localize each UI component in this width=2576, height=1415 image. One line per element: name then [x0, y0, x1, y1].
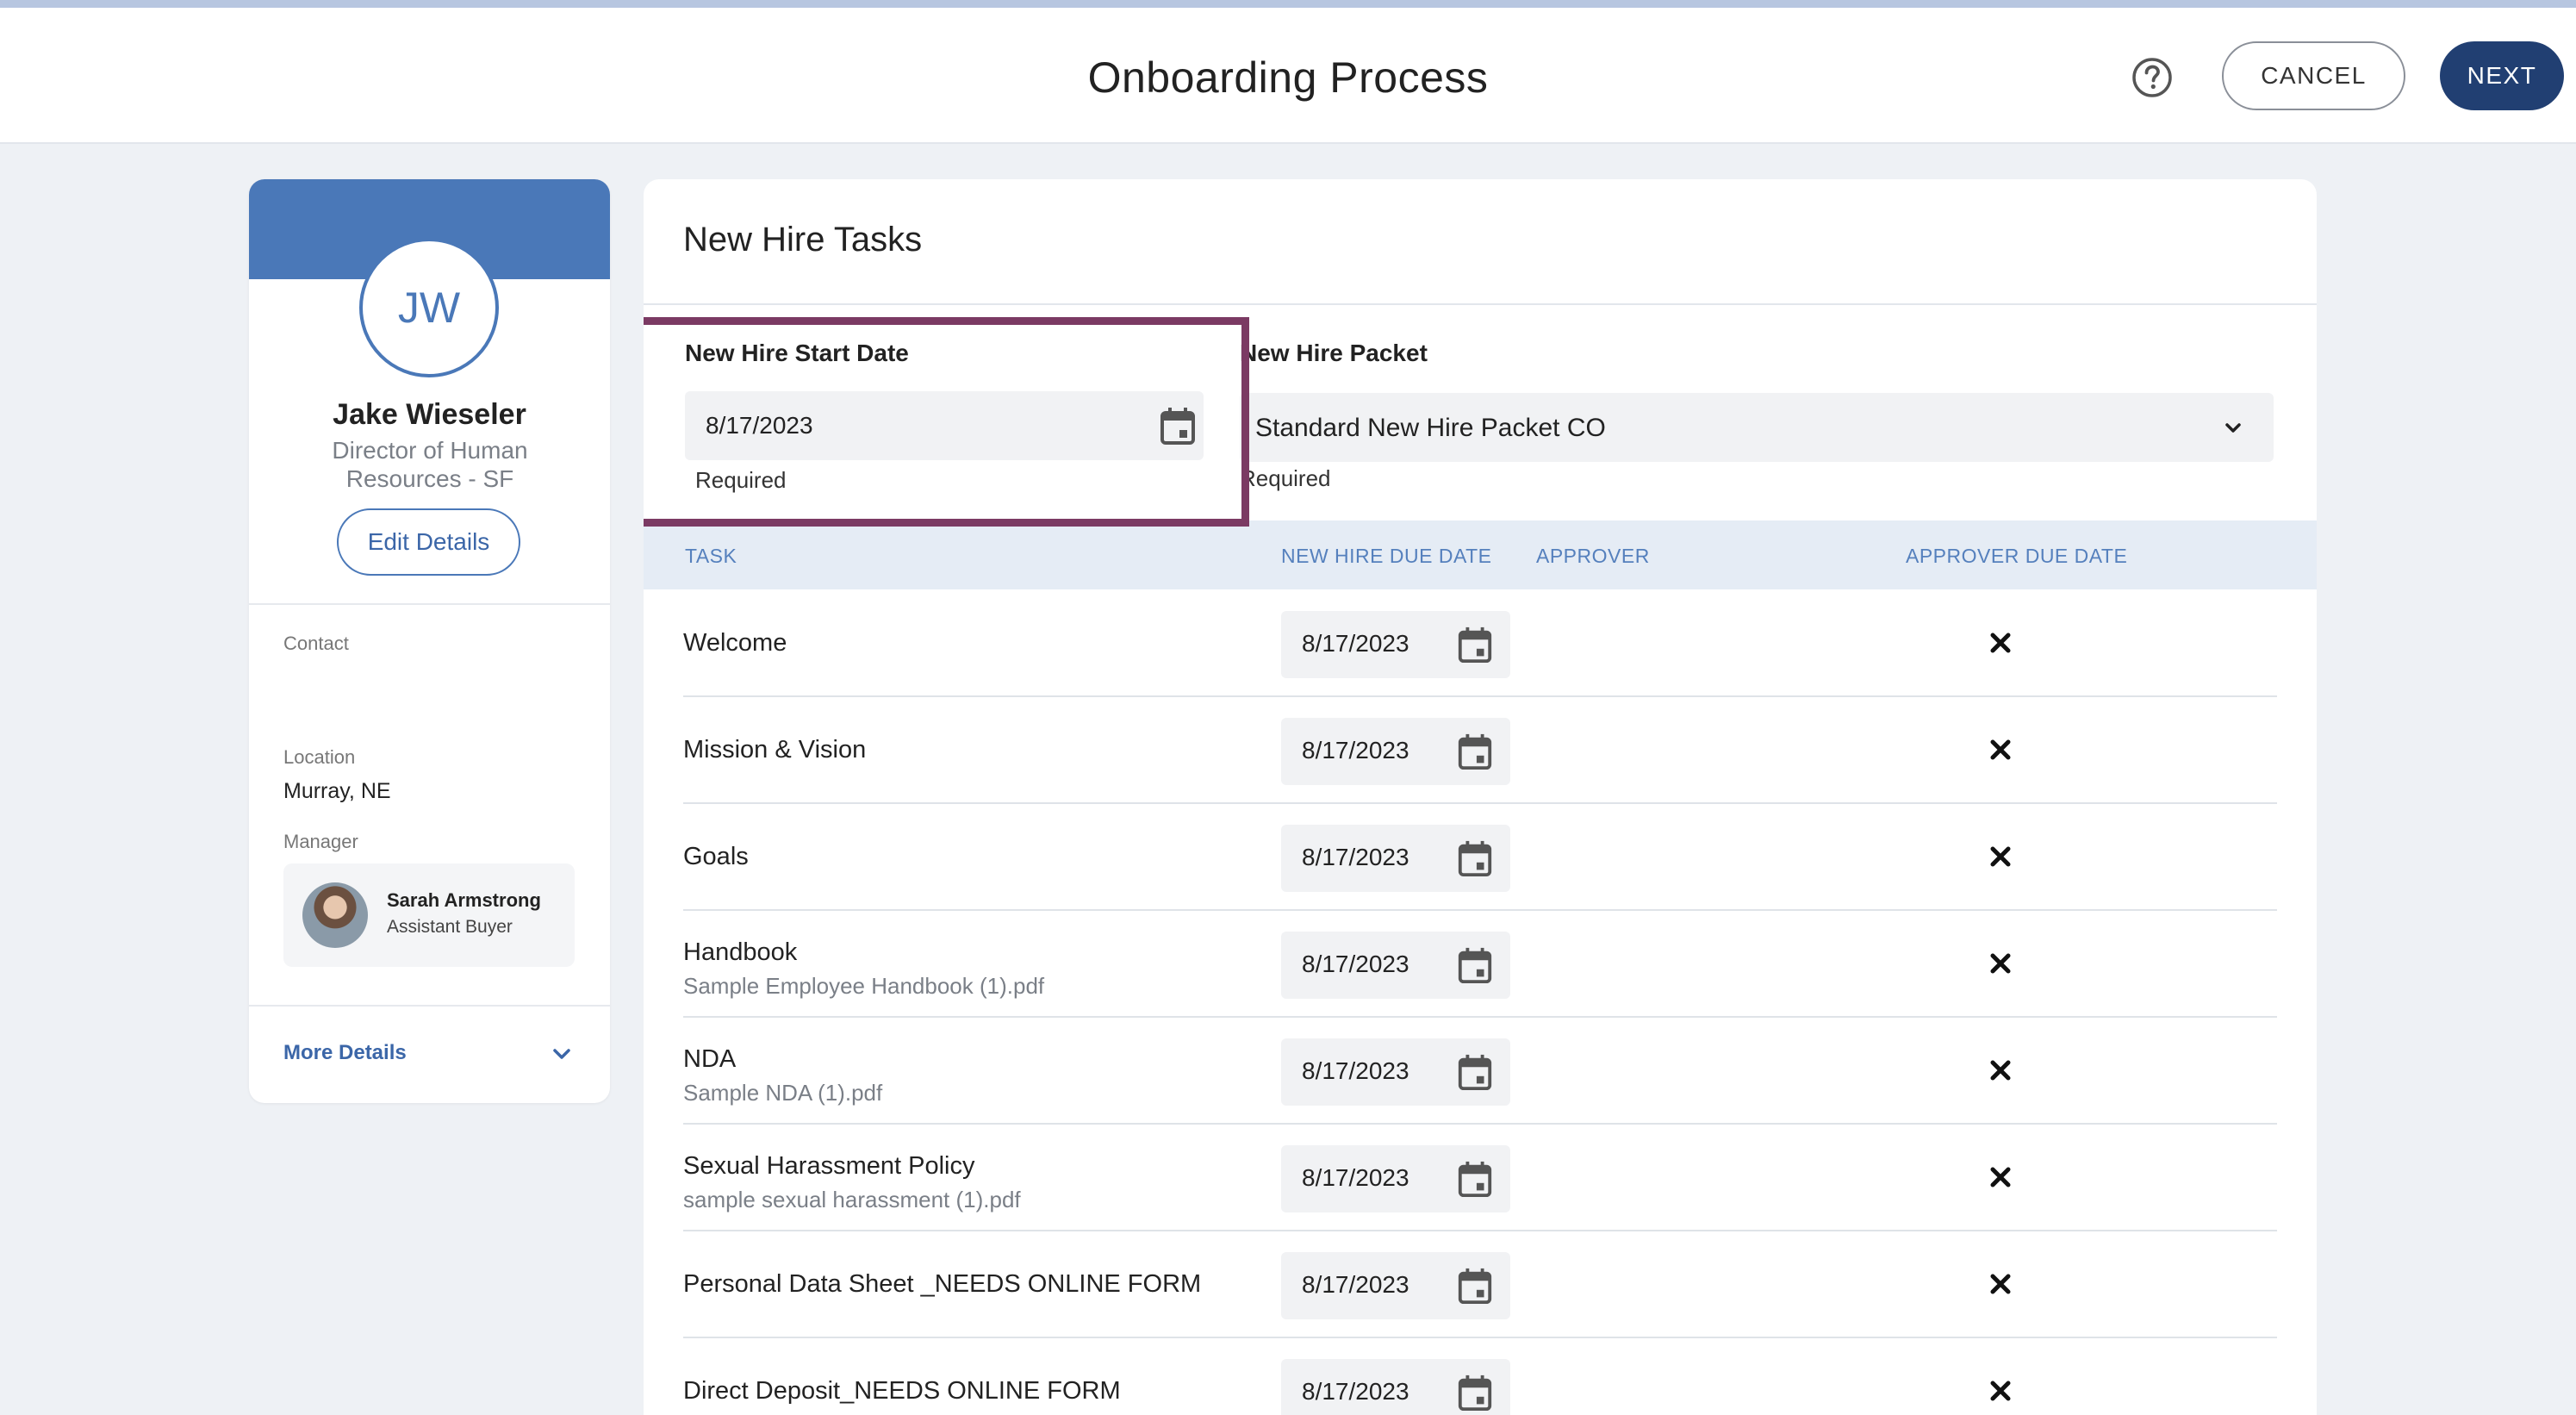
calendar-icon[interactable] [1457, 946, 1493, 984]
task-attachment[interactable]: Sample NDA (1).pdf [683, 1080, 882, 1106]
due-date-field[interactable]: 8/17/2023 [1281, 1038, 1510, 1106]
new-hire-tasks-panel: New Hire Tasks New Hire Start Date 8/17/… [644, 179, 2317, 1415]
manager-card[interactable]: Sarah Armstrong Assistant Buyer [283, 863, 575, 967]
close-icon[interactable] [1986, 842, 2015, 871]
manager-role: Assistant Buyer [387, 917, 513, 937]
table-header: TASK NEW HIRE DUE DATE APPROVER APPROVER… [644, 520, 2317, 589]
calendar-icon[interactable] [1457, 1053, 1493, 1091]
location-label: Location [283, 746, 356, 768]
task-name: Personal Data Sheet _NEEDS ONLINE FORM [683, 1270, 1202, 1298]
due-date-field[interactable]: 8/17/2023 [1281, 1252, 1510, 1319]
panel-divider [644, 303, 2317, 305]
column-header-due-date: NEW HIRE DUE DATE [1281, 545, 1492, 567]
task-name: Goals [683, 843, 749, 870]
calendar-icon[interactable] [1457, 732, 1493, 770]
close-icon[interactable] [1986, 1056, 2015, 1085]
packet-label: New Hire Packet [1240, 340, 1428, 366]
manager-avatar [302, 882, 368, 948]
calendar-icon[interactable] [1457, 626, 1493, 664]
due-date-value: 8/17/2023 [1302, 630, 1409, 657]
table-row: Handbook Sample Employee Handbook (1).pdf… [683, 911, 2277, 1018]
task-name: Direct Deposit_NEEDS ONLINE FORM [683, 1377, 1121, 1405]
table-row: Sexual Harassment Policy sample sexual ha… [683, 1125, 2277, 1231]
more-details-toggle[interactable]: More Details [283, 1041, 407, 1065]
due-date-field[interactable]: 8/17/2023 [1281, 825, 1510, 892]
due-date-value: 8/17/2023 [1302, 1057, 1409, 1084]
table-row: Goals 8/17/2023 [683, 804, 2277, 911]
task-name: Handbook [683, 938, 798, 966]
chevron-down-icon[interactable] [2224, 419, 2243, 438]
due-date-field[interactable]: 8/17/2023 [1281, 932, 1510, 999]
due-date-field[interactable]: 8/17/2023 [1281, 1359, 1510, 1415]
close-icon[interactable] [1986, 949, 2015, 978]
table-row: Personal Data Sheet _NEEDS ONLINE FORM 8/… [683, 1231, 2277, 1338]
task-attachment[interactable]: Sample Employee Handbook (1).pdf [683, 973, 1044, 1000]
column-header-approver: APPROVER [1536, 545, 1650, 567]
top-accent-strip [0, 0, 2576, 8]
edit-details-button[interactable]: Edit Details [337, 508, 520, 576]
task-attachment[interactable]: sample sexual harassment (1).pdf [683, 1187, 1021, 1213]
calendar-icon[interactable] [1457, 1374, 1493, 1412]
close-icon[interactable] [1986, 1376, 2015, 1406]
task-name: Welcome [683, 629, 787, 657]
close-icon[interactable] [1986, 1269, 2015, 1299]
profile-divider [249, 1005, 610, 1007]
calendar-icon[interactable] [1160, 406, 1196, 446]
start-date-required: Required [695, 467, 787, 493]
due-date-value: 8/17/2023 [1302, 1164, 1409, 1191]
header-bar: Onboarding Process CANCEL NEXT [0, 8, 2576, 144]
task-name: Sexual Harassment Policy [683, 1152, 975, 1180]
help-circle-icon[interactable] [2131, 56, 2174, 99]
due-date-field[interactable]: 8/17/2023 [1281, 1145, 1510, 1212]
packet-select[interactable]: Standard New Hire Packet CO [1240, 393, 2274, 462]
due-date-value: 8/17/2023 [1302, 951, 1409, 977]
close-icon[interactable] [1986, 735, 2015, 764]
next-button[interactable]: NEXT [2440, 41, 2564, 110]
manager-label: Manager [283, 831, 358, 852]
close-icon[interactable] [1986, 1163, 2015, 1192]
manager-name: Sarah Armstrong [387, 889, 541, 911]
page-title: Onboarding Process [1087, 53, 1489, 102]
avatar: JW [359, 238, 499, 377]
profile-name: Jake Wieseler [333, 398, 526, 431]
calendar-icon[interactable] [1457, 1160, 1493, 1198]
cancel-button[interactable]: CANCEL [2222, 41, 2405, 110]
location-value: Murray, NE [283, 779, 391, 803]
chevron-down-icon[interactable] [551, 1043, 573, 1065]
due-date-field[interactable]: 8/17/2023 [1281, 718, 1510, 785]
start-date-value: 8/17/2023 [706, 412, 813, 439]
start-date-field[interactable]: 8/17/2023 [685, 391, 1204, 460]
column-header-task: TASK [685, 545, 737, 567]
due-date-value: 8/17/2023 [1302, 1378, 1409, 1405]
calendar-icon[interactable] [1457, 1267, 1493, 1305]
task-name: Mission & Vision [683, 736, 867, 764]
due-date-value: 8/17/2023 [1302, 844, 1409, 870]
packet-required: Required [1240, 465, 1331, 491]
profile-job-title: Director of Human Resources - SF [332, 437, 528, 492]
task-name: NDA [683, 1045, 737, 1073]
table-row: Welcome 8/17/2023 [683, 590, 2277, 697]
calendar-icon[interactable] [1457, 839, 1493, 877]
due-date-field[interactable]: 8/17/2023 [1281, 611, 1510, 678]
table-row: Mission & Vision 8/17/2023 [683, 697, 2277, 804]
column-header-approver-due-date: APPROVER DUE DATE [1906, 545, 2128, 567]
close-icon[interactable] [1986, 628, 2015, 658]
contact-label: Contact [283, 633, 349, 654]
start-date-label: New Hire Start Date [685, 340, 909, 366]
profile-divider [249, 603, 610, 605]
panel-title: New Hire Tasks [683, 221, 923, 259]
table-row: Direct Deposit_NEEDS ONLINE FORM 8/17/202… [683, 1338, 2277, 1415]
due-date-value: 8/17/2023 [1302, 737, 1409, 764]
packet-value: Standard New Hire Packet CO [1255, 414, 1606, 442]
profile-card: JW Jake Wieseler Director of Human Resou… [249, 179, 610, 1103]
table-row: NDA Sample NDA (1).pdf 8/17/2023 [683, 1018, 2277, 1125]
due-date-value: 8/17/2023 [1302, 1271, 1409, 1298]
